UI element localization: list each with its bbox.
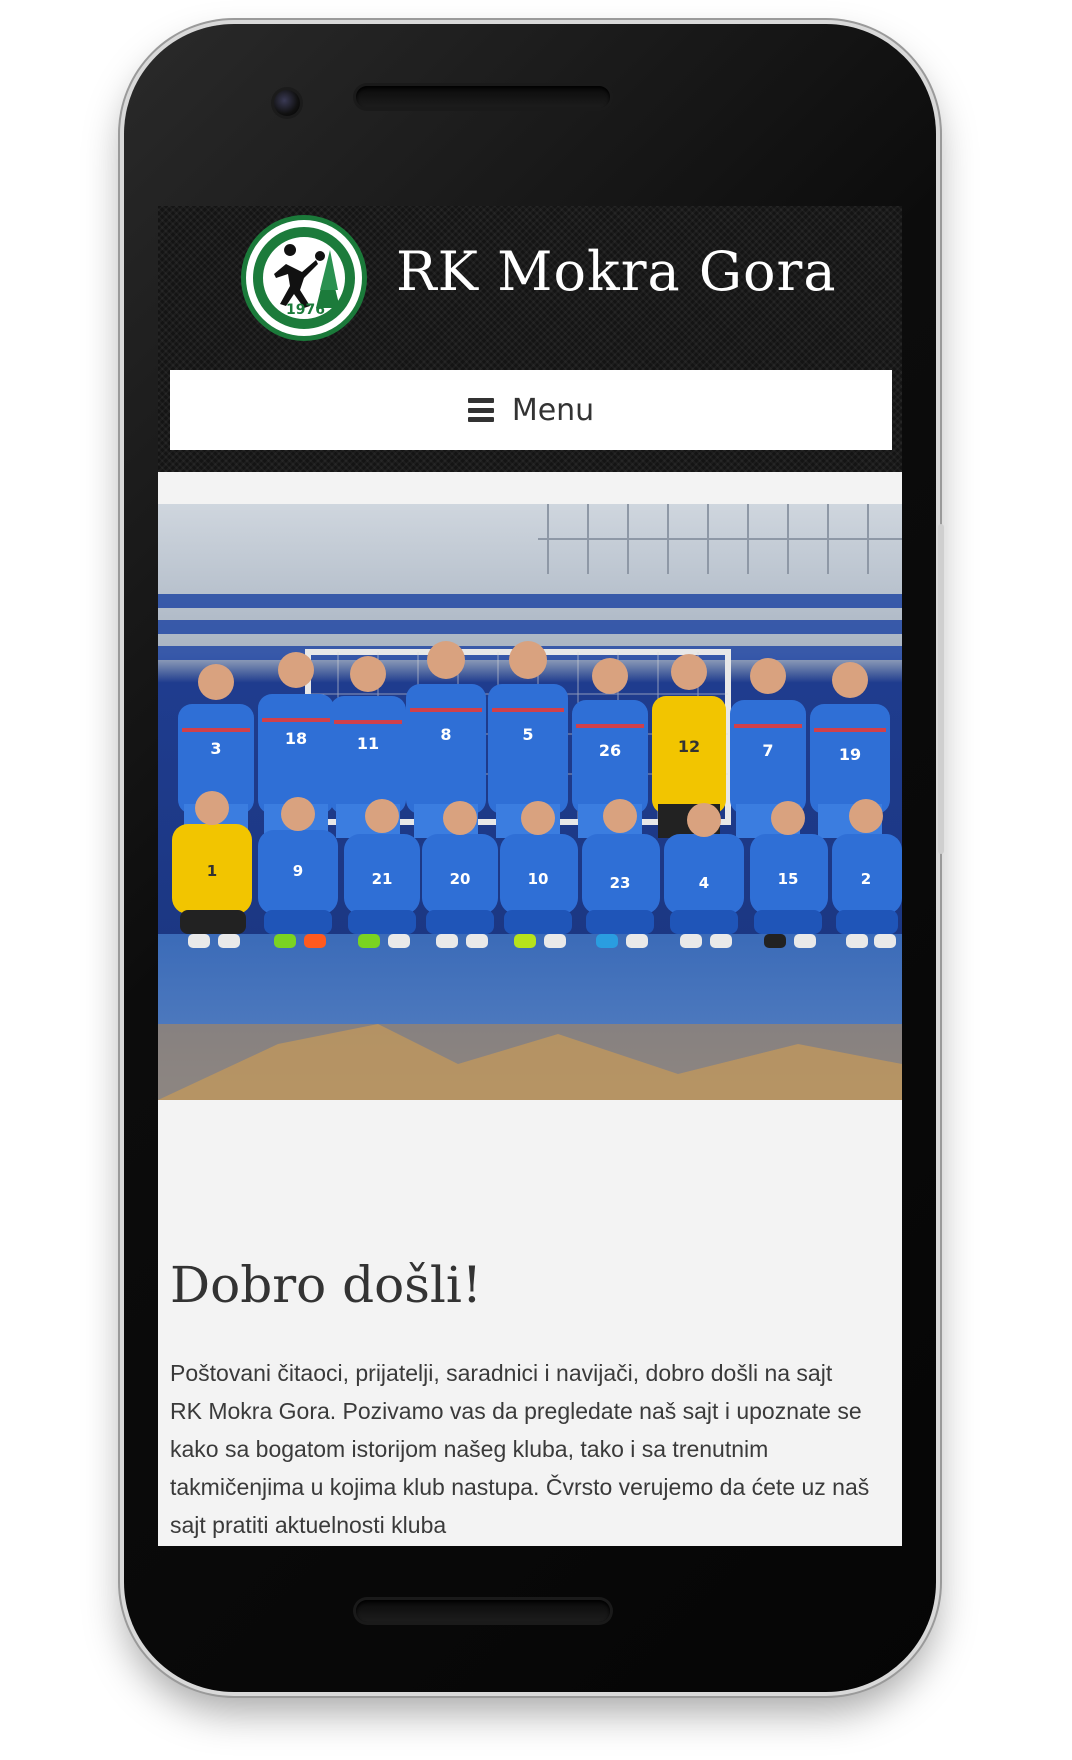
svg-text:1976: 1976	[286, 302, 325, 318]
svg-text:7: 7	[762, 741, 773, 760]
svg-text:18: 18	[285, 729, 307, 748]
svg-text:15: 15	[778, 870, 799, 888]
hamburger-icon	[467, 398, 494, 422]
welcome-paragraph: Poštovani čitaoci, prijatelji, saradnici…	[170, 1360, 870, 1538]
svg-text:9: 9	[293, 862, 303, 880]
svg-text:19: 19	[839, 745, 861, 764]
svg-text:11: 11	[357, 734, 379, 753]
svg-text:3: 3	[210, 739, 221, 758]
front-camera	[274, 90, 300, 116]
svg-text:20: 20	[450, 870, 471, 888]
team-photo-illustration: 3 18 11 8 5 26 12 7 19 1 9 21 20 10 23 4…	[158, 504, 902, 1100]
svg-text:23: 23	[610, 874, 631, 892]
menu-label: Menu	[511, 392, 595, 428]
bottom-speaker	[356, 1600, 610, 1622]
site-title[interactable]: RK Mokra Gora	[396, 240, 837, 303]
top-speaker	[356, 86, 610, 108]
main-content: Dobro došli! Poštovani čitaoci, prijatel…	[170, 1256, 870, 1544]
club-logo[interactable]: 1976	[246, 220, 362, 336]
site-header: 1976 RK Mokra Gora Menu	[158, 206, 902, 472]
welcome-heading: Dobro došli!	[170, 1256, 482, 1314]
menu-toggle-button[interactable]: Menu	[170, 370, 892, 450]
svg-text:26: 26	[599, 741, 621, 760]
hero-team-photo: 3 18 11 8 5 26 12 7 19 1 9 21 20 10 23 4…	[158, 504, 902, 1100]
svg-text:2: 2	[861, 870, 871, 888]
svg-text:1: 1	[207, 862, 217, 880]
club-logo-emblem: 1976	[250, 224, 358, 332]
power-button	[938, 524, 944, 854]
svg-text:21: 21	[372, 870, 393, 888]
screen: 1976 RK Mokra Gora Menu 3 18 11 8 5 26 1…	[158, 206, 902, 1546]
svg-text:12: 12	[678, 737, 700, 756]
svg-text:8: 8	[440, 725, 451, 744]
svg-text:4: 4	[699, 874, 709, 892]
phone-frame: 1976 RK Mokra Gora Menu 3 18 11 8 5 26 1…	[124, 24, 944, 1692]
svg-text:10: 10	[528, 870, 549, 888]
svg-text:5: 5	[522, 725, 533, 744]
